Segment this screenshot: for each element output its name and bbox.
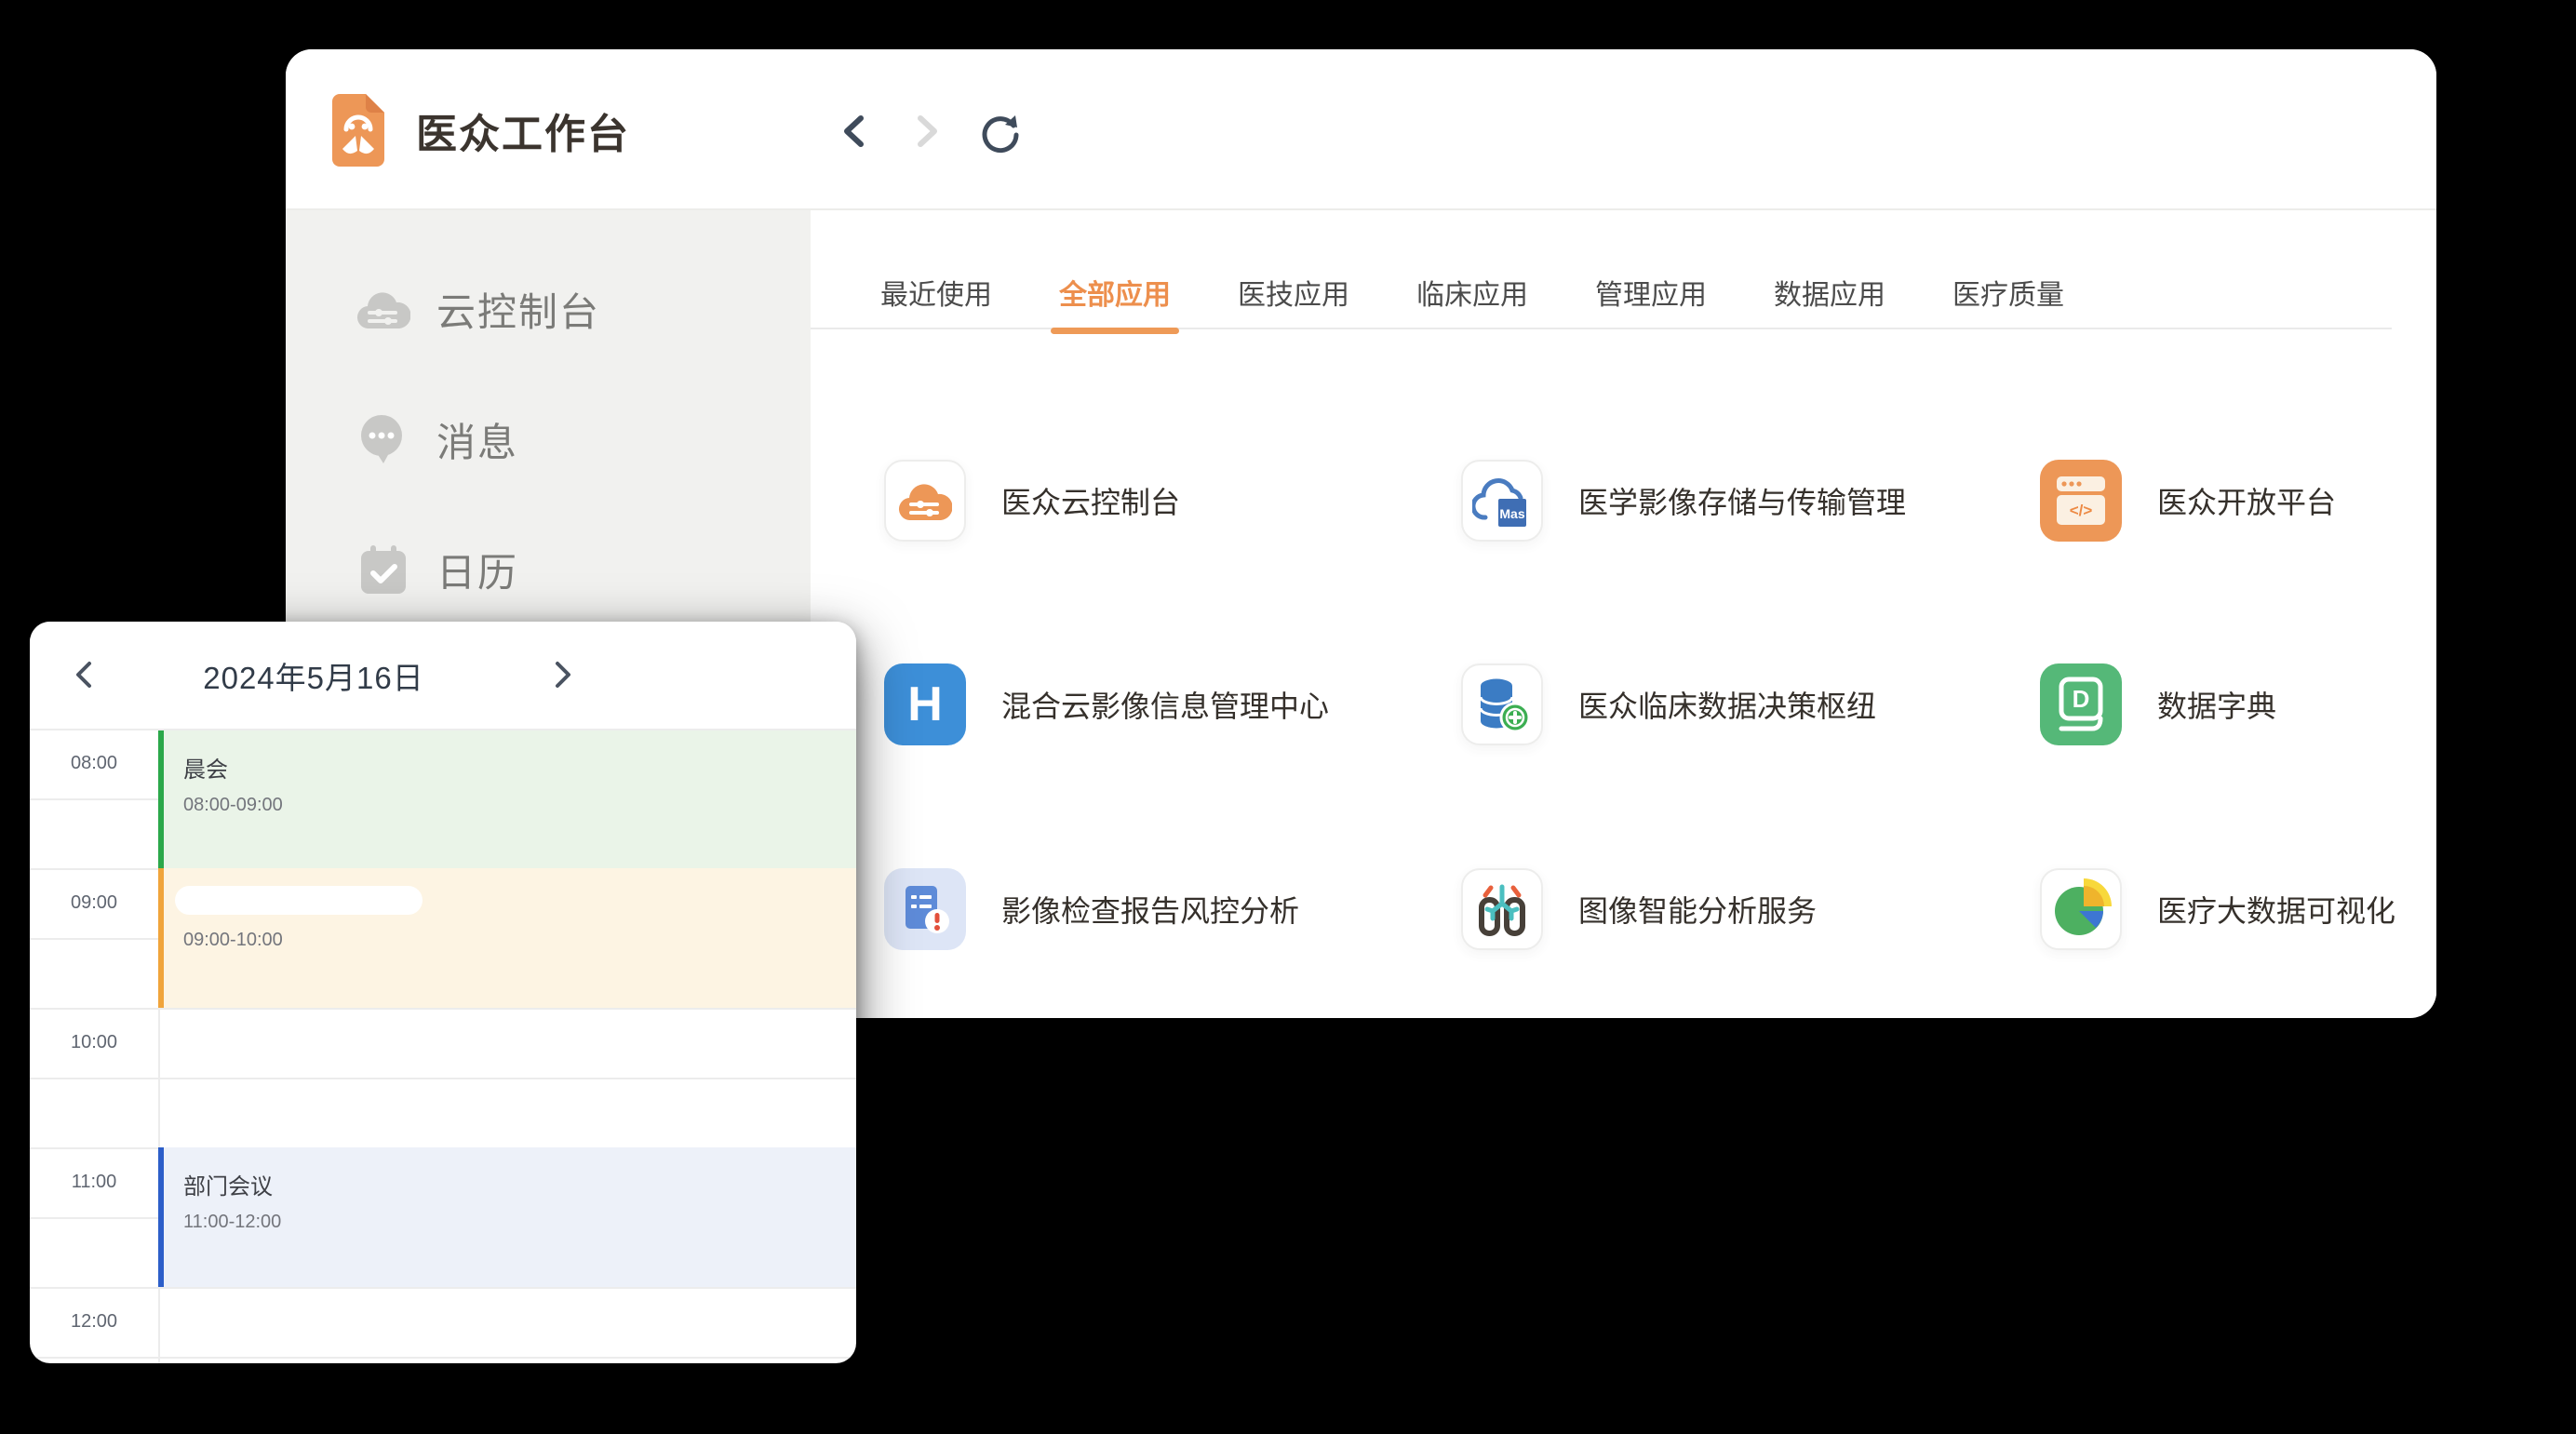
screen: 医众工作台: [0, 0, 2576, 1434]
time-label: 09:00: [30, 892, 158, 914]
event-color-bar: [158, 868, 164, 1008]
chevron-left-icon: [72, 659, 96, 690]
calendar-event-department-meeting[interactable]: 部门会议 11:00-12:00: [158, 1147, 856, 1287]
back-button[interactable]: [831, 108, 878, 154]
calendar-day-grid: 08:00 09:00 10:00 11:00 12:00 晨会 08:00-0…: [30, 729, 856, 1363]
message-bubble-icon: [356, 413, 410, 465]
code-window-icon: </>: [2040, 460, 2122, 542]
calendar-panel: 2024年5月16日 08:00 09:00 10:00 11:00 12:00…: [30, 622, 856, 1363]
page-title: 医众工作台: [416, 49, 630, 210]
event-time: 09:00-10:00: [183, 930, 856, 951]
app-logo-icon: [330, 92, 386, 168]
tab-medtech[interactable]: 医技应用: [1238, 279, 1349, 313]
content-area: 最近使用 全部应用 医技应用 临床应用 管理应用 数据应用 医疗质量: [811, 210, 2436, 1016]
tab-all-apps[interactable]: 全部应用: [1059, 279, 1171, 313]
app-label: 混合云影像信息管理中心: [1001, 683, 1329, 726]
tab-clinical[interactable]: 临床应用: [1416, 279, 1528, 313]
blue-h-icon: H: [884, 663, 966, 745]
orange-cloud-sliders-icon: [884, 460, 966, 542]
active-tab-underline: [1051, 328, 1179, 334]
tab-quality[interactable]: 医疗质量: [1952, 279, 2064, 313]
window-header: 医众工作台: [286, 49, 2436, 210]
app-clinical-data-hub[interactable]: 医众临床数据决策枢纽: [1461, 663, 2040, 745]
tab-data[interactable]: 数据应用: [1774, 279, 1885, 313]
calendar-prev-button[interactable]: [60, 651, 107, 698]
app-hybrid-cloud-imaging[interactable]: H 混合云影像信息管理中心: [884, 663, 1461, 745]
sidebar-item-cloud-console[interactable]: 云控制台: [356, 272, 811, 346]
refresh-button[interactable]: [976, 108, 1023, 154]
app-report-risk-analysis[interactable]: 影像检查报告风控分析: [884, 868, 1461, 950]
svg-text:</>: </>: [2070, 502, 2093, 519]
app-label: 影像检查报告风控分析: [1001, 888, 1299, 931]
svg-text:Mas: Mas: [1499, 506, 1524, 521]
app-label: 医众开放平台: [2157, 479, 2336, 522]
tab-management[interactable]: 管理应用: [1595, 279, 1707, 313]
calendar-header: 2024年5月16日: [30, 622, 856, 729]
calendar-event-redacted[interactable]: 09:00-10:00: [158, 868, 856, 1008]
event-title: 部门会议: [183, 1168, 856, 1200]
time-label: 12:00: [30, 1311, 158, 1333]
tab-label: 全部应用: [1059, 280, 1171, 311]
time-label: 11:00: [30, 1172, 158, 1193]
sidebar-item-label: 云控制台: [436, 281, 600, 338]
sidebar-item-label: 日历: [436, 542, 518, 598]
app-label: 医众临床数据决策枢纽: [1578, 683, 1876, 726]
tab-bar: 最近使用 全部应用 医技应用 临床应用 管理应用 数据应用 医疗质量: [811, 210, 2392, 329]
event-color-bar: [158, 730, 164, 870]
app-label: 数据字典: [2157, 683, 2276, 726]
app-label: 图像智能分析服务: [1578, 888, 1817, 931]
back-arrow-icon: [836, 111, 873, 152]
database-plus-icon: [1461, 663, 1543, 745]
calendar-next-button[interactable]: [540, 651, 586, 698]
sidebar-item-calendar[interactable]: 日历: [356, 532, 811, 607]
calendar-date-title: 2024年5月16日: [179, 622, 449, 729]
sidebar-item-label: 消息: [436, 411, 518, 468]
green-dictionary-icon: D: [2040, 663, 2122, 745]
app-data-dictionary[interactable]: D 数据字典: [2040, 663, 2436, 745]
apps-grid: 医众云控制台 Mas 医学影像存储与传输管理: [884, 460, 2436, 1018]
pie-chart-icon: [2040, 868, 2122, 950]
app-label: 医疗大数据可视化: [2157, 888, 2395, 931]
app-open-platform[interactable]: </> 医众开放平台: [2040, 460, 2436, 542]
refresh-icon: [976, 108, 1023, 154]
app-label: 医众云控制台: [1001, 479, 1180, 522]
blue-cloud-mas-icon: Mas: [1461, 460, 1543, 542]
svg-text:D: D: [2073, 685, 2090, 713]
icon-letter: H: [907, 677, 943, 732]
time-label: 08:00: [30, 753, 158, 774]
app-label: 医学影像存储与传输管理: [1578, 479, 1906, 522]
app-big-data-visualization[interactable]: 医疗大数据可视化: [2040, 868, 2436, 950]
app-cloud-console[interactable]: 医众云控制台: [884, 460, 1461, 542]
forward-button[interactable]: [904, 108, 950, 154]
time-label: 10:00: [30, 1032, 158, 1053]
event-title-placeholder: [175, 886, 423, 915]
event-time: 08:00-09:00: [183, 795, 856, 816]
calendar-event-morning-meeting[interactable]: 晨会 08:00-09:00: [158, 730, 856, 870]
lungs-ai-icon: [1461, 868, 1543, 950]
cloud-console-icon: [356, 288, 410, 330]
event-title: 晨会: [183, 751, 856, 784]
app-medical-image-storage[interactable]: Mas 医学影像存储与传输管理: [1461, 460, 2040, 542]
app-image-ai-analysis[interactable]: 图像智能分析服务: [1461, 868, 2040, 950]
sidebar-item-messages[interactable]: 消息: [356, 402, 811, 476]
calendar-check-icon: [356, 543, 410, 596]
event-time: 11:00-12:00: [183, 1212, 856, 1233]
tab-recent[interactable]: 最近使用: [880, 279, 992, 313]
report-risk-icon: [884, 868, 966, 950]
forward-arrow-icon: [908, 111, 946, 152]
event-color-bar: [158, 1147, 164, 1287]
chevron-right-icon: [551, 659, 575, 690]
